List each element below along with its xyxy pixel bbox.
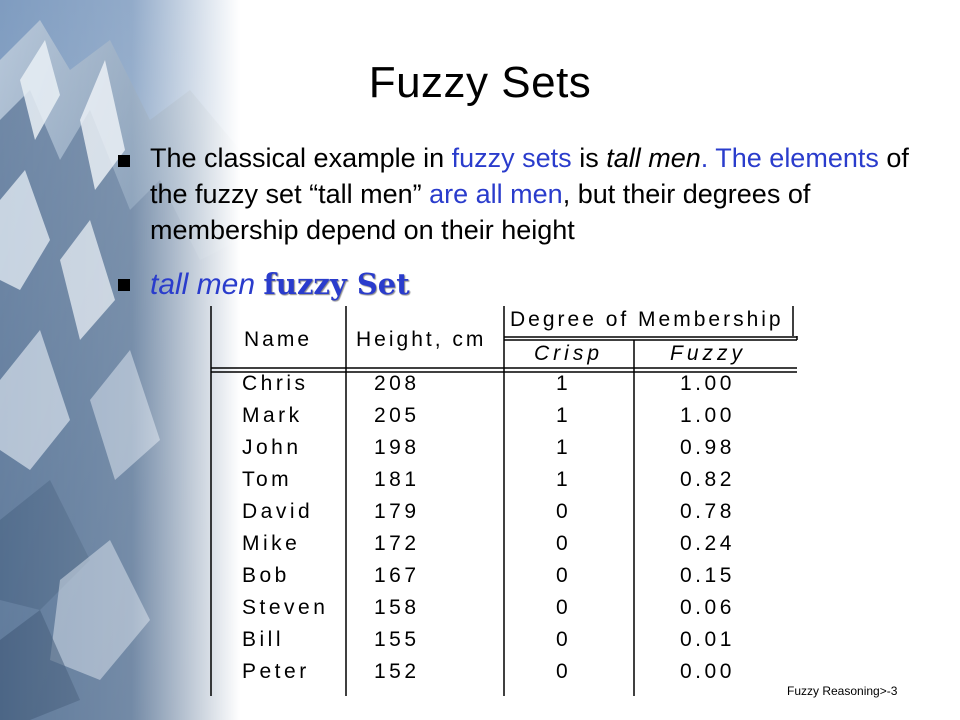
- bullet-text: The classical example in fuzzy sets is t…: [150, 140, 910, 248]
- cell-fuzzy: 0.15: [680, 564, 735, 587]
- cell-fuzzy: 0.82: [680, 468, 735, 491]
- square-bullet-icon: [118, 155, 130, 167]
- cell-name: Peter: [242, 660, 310, 683]
- cell-fuzzy: 0.24: [680, 532, 735, 555]
- cell-crisp: 0: [556, 660, 572, 683]
- cell-crisp: 0: [556, 628, 572, 651]
- cell-height: 198: [374, 436, 420, 459]
- cell-fuzzy: 0.98: [680, 436, 735, 459]
- cell-fuzzy: 1.00: [680, 404, 735, 427]
- cell-crisp: 1: [556, 436, 572, 459]
- cell-height: 155: [374, 628, 420, 651]
- column-header-fuzzy: Fuzzy: [670, 342, 747, 365]
- column-header-degree-of-membership: Degree of Membership: [510, 308, 784, 331]
- cell-name: Mark: [242, 404, 303, 427]
- subheading: tall men fuzzy Set: [150, 266, 850, 303]
- cell-fuzzy: 0.00: [680, 660, 735, 683]
- cell-height: 179: [374, 500, 420, 523]
- text-run-are-all-men: are all men: [429, 179, 563, 209]
- subheading-italic: tall men: [150, 268, 264, 301]
- membership-table: Name Height, cm Degree of Membership Cri…: [210, 306, 798, 698]
- cell-height: 167: [374, 564, 420, 587]
- subheading-bold: fuzzy Set: [263, 267, 410, 301]
- text-run: The classical example in: [150, 143, 452, 173]
- text-run-elements: elements: [769, 143, 879, 173]
- slide-footer: Fuzzy Reasoning>-3: [787, 684, 898, 698]
- cell-crisp: 1: [556, 468, 572, 491]
- cell-height: 152: [374, 660, 420, 683]
- cell-fuzzy: 0.06: [680, 596, 735, 619]
- cell-height: 205: [374, 404, 420, 427]
- cell-crisp: 1: [556, 372, 572, 395]
- column-header-name: Name: [244, 328, 313, 351]
- cell-name: John: [242, 436, 302, 459]
- cell-fuzzy: 0.01: [680, 628, 735, 651]
- cell-crisp: 0: [556, 596, 572, 619]
- text-run-fuzzy-sets: fuzzy sets: [451, 143, 572, 173]
- mountain-background-image: [0, 0, 240, 720]
- cell-height: 181: [374, 468, 420, 491]
- cell-height: 172: [374, 532, 420, 555]
- cell-height: 208: [374, 372, 420, 395]
- cell-crisp: 0: [556, 500, 572, 523]
- cell-fuzzy: 0.78: [680, 500, 735, 523]
- cell-name: Bill: [242, 628, 285, 651]
- cell-name: Steven: [242, 596, 329, 619]
- cell-name: Chris: [242, 372, 309, 395]
- cell-name: Mike: [242, 532, 301, 555]
- square-bullet-icon: [118, 279, 130, 291]
- cell-crisp: 1: [556, 404, 572, 427]
- cell-name: Tom: [242, 468, 293, 491]
- cell-height: 158: [374, 596, 420, 619]
- cell-fuzzy: 1.00: [680, 372, 735, 395]
- column-header-height: Height, cm: [356, 328, 487, 351]
- text-run: is: [571, 143, 607, 173]
- text-run: . The: [700, 143, 770, 173]
- cell-name: Bob: [242, 564, 290, 587]
- column-header-crisp: Crisp: [534, 342, 604, 365]
- slide-title: Fuzzy Sets: [368, 58, 592, 107]
- cell-crisp: 0: [556, 564, 572, 587]
- cell-name: David: [242, 500, 314, 523]
- cell-crisp: 0: [556, 532, 572, 555]
- text-run-tall-men: tall men: [606, 143, 701, 173]
